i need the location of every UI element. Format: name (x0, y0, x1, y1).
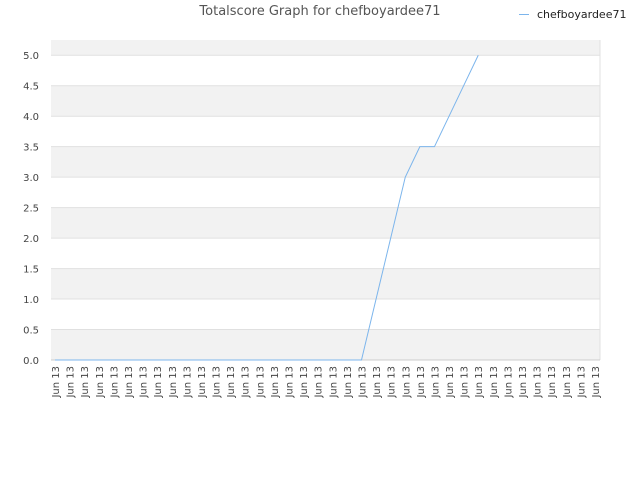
x-tick-label: Jun 13 (168, 366, 179, 399)
y-tick-label: 2.5 (23, 204, 39, 215)
x-tick-label: Jun 13 (372, 366, 383, 399)
x-tick-label: Jun 13 (124, 366, 135, 399)
x-tick-label: Jun 13 (153, 366, 164, 399)
x-tick-label: Jun 13 (547, 366, 558, 399)
x-tick-label: Jun 13 (401, 366, 412, 399)
x-tick-label: Jun 13 (445, 366, 456, 399)
x-tick-label: Jun 13 (139, 366, 150, 399)
x-tick-label: Jun 13 (430, 366, 441, 399)
y-tick-label: 5.0 (23, 51, 39, 62)
plot-band (51, 85, 600, 117)
plot-band (51, 40, 600, 56)
y-tick-label: 3.0 (23, 173, 39, 184)
x-tick-label: Jun 13 (343, 366, 354, 399)
x-tick-label: Jun 13 (576, 366, 587, 399)
x-tick-label: Jun 13 (416, 366, 427, 399)
x-tick-label: Jun 13 (95, 366, 106, 399)
y-tick-label: 1.5 (23, 265, 39, 276)
y-tick-label: 0.0 (23, 356, 39, 367)
plot-band (51, 268, 600, 300)
plot-band (51, 329, 600, 360)
x-tick-label: Jun 13 (314, 366, 325, 399)
x-tick-label: Jun 13 (109, 366, 120, 399)
x-tick-label: Jun 13 (182, 366, 193, 399)
x-tick-label: Jun 13 (328, 366, 339, 399)
y-tick-label: 0.5 (23, 326, 39, 337)
x-tick-label: Jun 13 (270, 366, 281, 399)
x-tick-label: Jun 13 (285, 366, 296, 399)
x-tick-label: Jun 13 (51, 366, 62, 399)
y-tick-label: 4.0 (23, 112, 39, 123)
x-tick-label: Jun 13 (197, 366, 208, 399)
x-tick-label: Jun 13 (474, 366, 485, 399)
x-tick-label: Jun 13 (255, 366, 266, 399)
x-tick-label: Jun 13 (80, 366, 91, 399)
line-chart: 0.00.51.01.52.02.53.03.54.04.55.0Jun 13 J… (23, 40, 602, 399)
x-tick-label: Jun 13 (503, 366, 514, 399)
x-tick-label: Jun 13 (357, 366, 368, 399)
x-tick-label: Jun 13 (460, 366, 471, 399)
x-tick-label: Jun 13 (226, 366, 237, 399)
plot-band (51, 146, 600, 178)
x-tick-label: Jun 13 (562, 366, 573, 399)
x-tick-label: Jun 13 (387, 366, 398, 399)
x-tick-label: Jun 13 (212, 366, 223, 399)
y-tick-label: 4.5 (23, 82, 39, 93)
plot-band (51, 207, 600, 239)
y-tick-label: 3.5 (23, 143, 39, 154)
x-tick-label: Jun 13 (66, 366, 77, 399)
y-tick-label: 1.0 (23, 295, 39, 306)
x-tick-label: Jun 13 (241, 366, 252, 399)
y-tick-label: 2.0 (23, 234, 39, 245)
x-tick-label: Jun 13 (489, 366, 500, 399)
x-tick-label: Jun 13 (518, 366, 529, 399)
x-tick-label: Jun 13 (533, 366, 544, 399)
x-tick-label: Jun 13 (299, 366, 310, 399)
x-tick-label: Jun 13 (591, 366, 602, 399)
